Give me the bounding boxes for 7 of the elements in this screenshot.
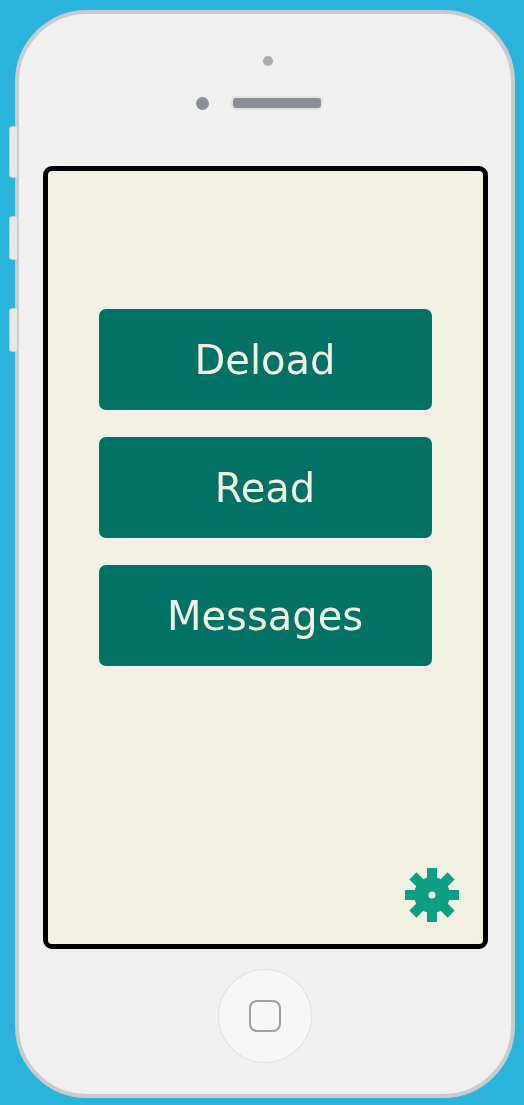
menu-button[interactable]: Messages <box>98 565 432 666</box>
settings-icon[interactable] <box>402 866 461 924</box>
menu-button[interactable]: Read <box>98 437 432 538</box>
menu-button[interactable]: Deload <box>98 309 432 410</box>
camera-dot <box>263 56 273 66</box>
sensor-dot <box>195 96 209 110</box>
home-square-icon <box>249 1000 281 1032</box>
